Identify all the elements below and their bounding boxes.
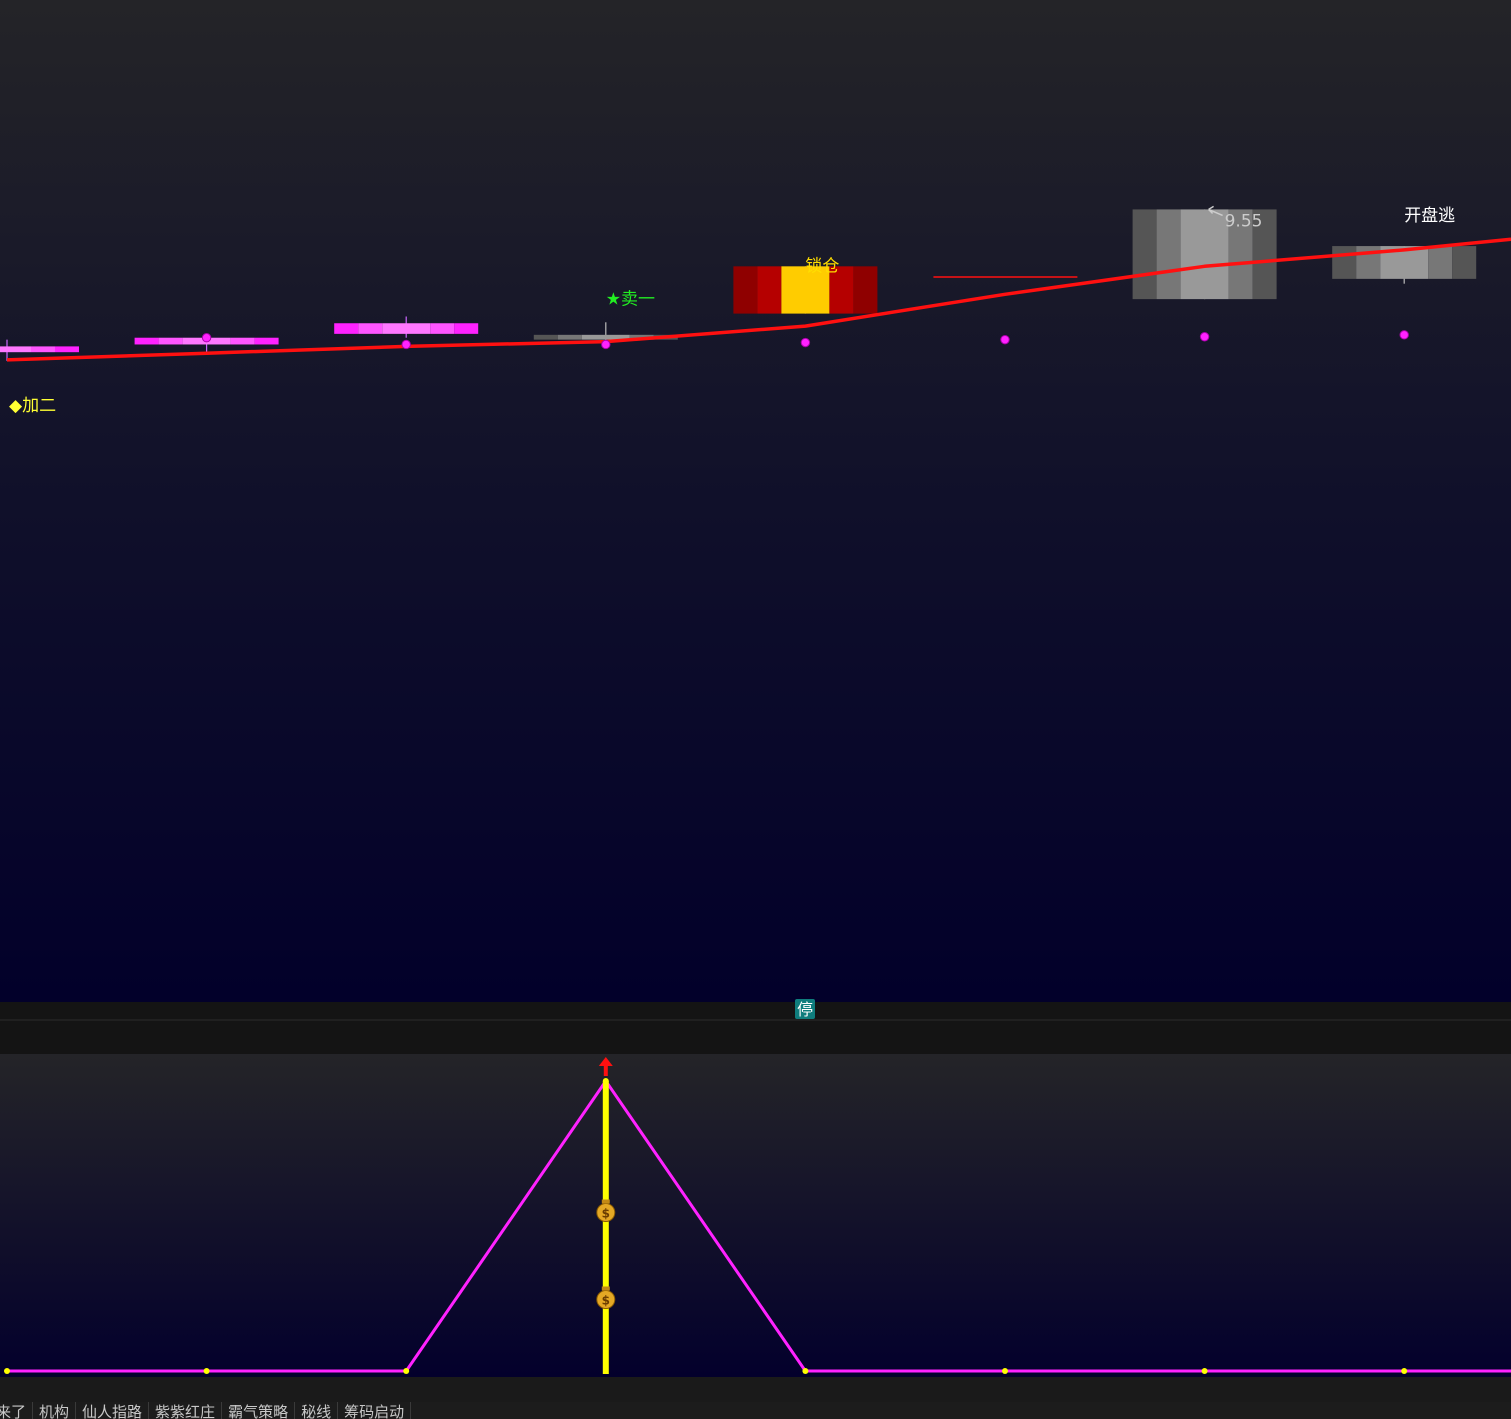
indicator-point (4, 1368, 10, 1374)
indicator-point (1002, 1368, 1008, 1374)
indicator-point (403, 1368, 410, 1374)
candle-body (1156, 209, 1181, 300)
candle-body (55, 346, 79, 353)
candle-body (853, 266, 878, 314)
stop-badge-text: 停 (797, 1000, 813, 1019)
stop-badge: 停 (795, 999, 815, 1019)
panel-separator (0, 1002, 1511, 1054)
main-panel-background (0, 0, 1511, 1002)
money-bag-tie (601, 1286, 610, 1291)
signal-dot (1199, 332, 1210, 342)
candle-body (230, 337, 255, 345)
indicator-point (602, 1078, 609, 1084)
signal-dot (201, 333, 212, 343)
candle-body (533, 334, 558, 340)
candle-body (733, 266, 758, 314)
candle-body (1452, 246, 1477, 279)
signal-dot (601, 339, 611, 350)
indicator-tab[interactable]: 秘线 (295, 1402, 339, 1419)
chart-annotation: ★卖一 (606, 289, 655, 309)
indicator-point (802, 1368, 809, 1374)
money-bag-symbol: $ (602, 1207, 610, 1221)
candle-body (382, 323, 431, 334)
indicator-tab[interactable]: 霸气策略 (222, 1402, 296, 1419)
chart-annotation: 9.55 (1225, 211, 1263, 231)
indicator-panel-background (0, 1054, 1511, 1377)
money-bag-symbol: $ (602, 1294, 610, 1308)
money-bag-tie (601, 1199, 610, 1204)
bottom-gap (0, 1377, 1511, 1402)
candle-body (1332, 246, 1357, 279)
candle-body (454, 323, 479, 334)
stock-chart-svg: ◆加二 ★卖一 锁仓 9.55 开盘逃 $ $ 停 (0, 0, 1511, 1402)
signal-dot (800, 337, 811, 348)
candle-body (1180, 209, 1229, 300)
indicator-tab[interactable]: 紫紫红庄 (149, 1402, 223, 1419)
indicator-point (1401, 1368, 1408, 1374)
candle-body (158, 337, 183, 345)
chart-annotation: 锁仓 (805, 256, 839, 276)
candle-body (358, 323, 383, 334)
indicator-tab[interactable]: 来了 (0, 1402, 34, 1419)
indicator-tab-bar: 来了 机构 仙人指路 紫紫红庄 霸气策略 秘线 筹码启动 (0, 1402, 1511, 1419)
candle-body (0, 346, 31, 353)
chart-annotation: 开盘逃 (1404, 206, 1455, 226)
candle-body (31, 346, 55, 353)
chart-annotation: ◆加二 (9, 396, 56, 416)
candle-body (334, 323, 359, 334)
indicator-point (203, 1368, 210, 1374)
candle-body (134, 337, 159, 345)
signal-dot (401, 339, 411, 350)
candle-body (1132, 209, 1157, 300)
signal-dot (1399, 330, 1409, 340)
chart-window: ◆加二 ★卖一 锁仓 9.55 开盘逃 $ $ 停 来了 机构 仙人指路 紫紫红庄 霸气策略 秘线筹… (0, 0, 1511, 1419)
candle-body (1428, 246, 1453, 279)
candle-body (430, 323, 455, 334)
indicator-tab[interactable]: 机构 (33, 1402, 77, 1419)
candle-body (557, 334, 582, 340)
indicator-tab[interactable]: 仙人指路 (76, 1402, 150, 1419)
signal-dot (1000, 334, 1010, 345)
indicator-point (1201, 1368, 1208, 1374)
candle-body (254, 337, 279, 345)
indicator-tab[interactable]: 筹码启动 (338, 1402, 412, 1419)
candle-body (757, 266, 782, 314)
